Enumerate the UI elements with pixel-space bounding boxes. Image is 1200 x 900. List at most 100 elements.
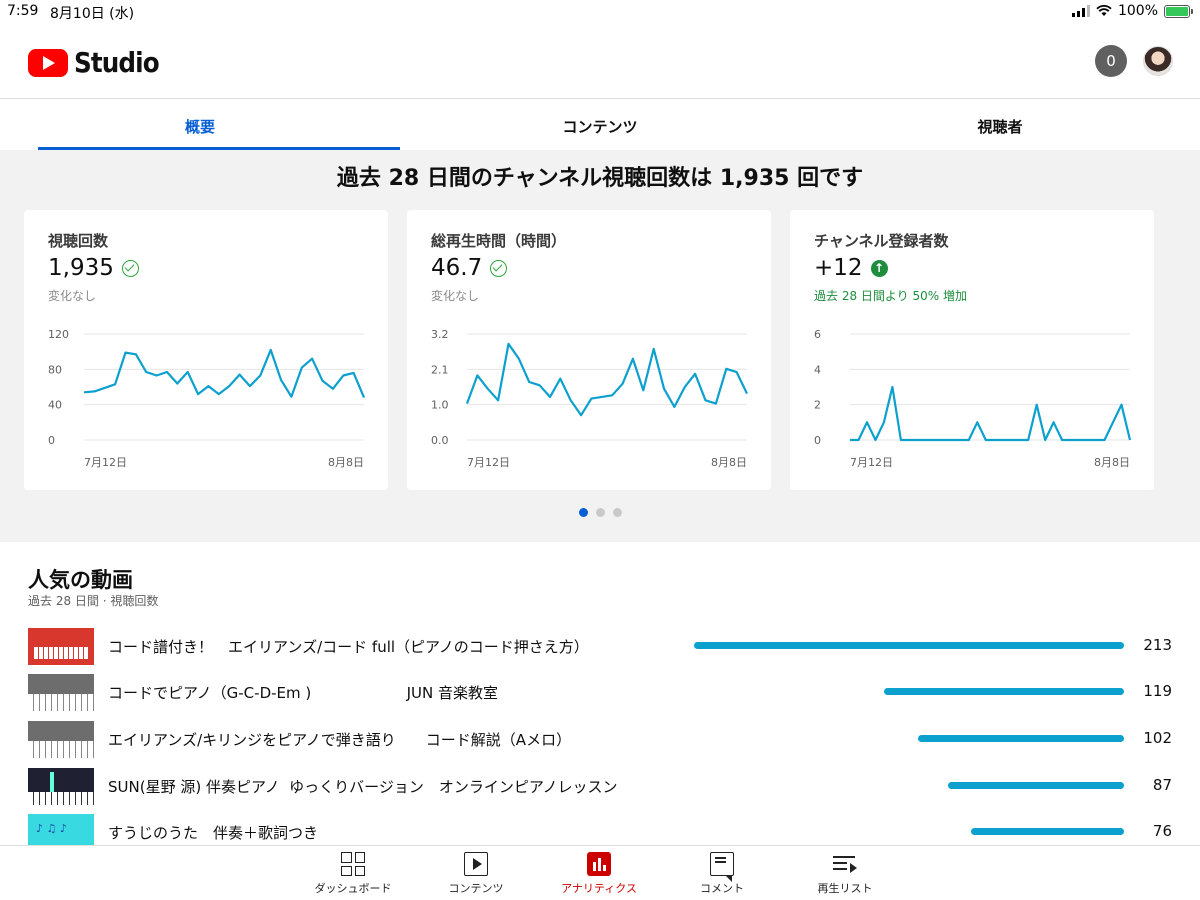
y-tick-label: 4 [814, 363, 821, 376]
tab-content[interactable]: コンテンツ [400, 99, 800, 150]
views-bar [883, 688, 1124, 695]
avatar[interactable] [1143, 46, 1173, 76]
metric-value-row: 46.7 [431, 255, 508, 281]
overview-section: 過去 28 日間のチャンネル視聴回数は 1,935 回です 視聴回数 1,935… [0, 150, 1200, 542]
check-circle-icon [121, 259, 139, 277]
y-tick-label: 3.2 [431, 328, 449, 341]
analytics-icon [587, 852, 611, 876]
pager-dot[interactable] [578, 508, 588, 517]
battery-charging-icon [1164, 4, 1193, 18]
tab-overview[interactable]: 概要 [0, 99, 400, 150]
tab-audience[interactable]: 視聴者 [800, 99, 1200, 150]
video-row[interactable]: SUN(星野 源) 伴奏ピアノ ゆっくりバージョン オンラインピアノレッスン 8… [0, 766, 1200, 806]
y-tick-label: 2 [814, 399, 821, 412]
metric-note: 過去 28 日間より 50% 増加 [814, 289, 967, 303]
y-tick-label: 40 [48, 399, 62, 412]
x-tick-label: 7月12日 [850, 456, 893, 469]
bottom-nav: ダッシュボード コンテンツ アナリティクス コメント 再生リスト [0, 845, 1200, 900]
section-subtitle: 過去 28 日間 · 視聴回数 [28, 594, 159, 608]
metric-value: 46.7 [431, 255, 483, 281]
views-count: 119 [1143, 682, 1172, 700]
subscribers-chart: 0 2 4 6 7月12日 8月8日 [814, 328, 1132, 469]
nav-content[interactable]: コンテンツ [421, 852, 531, 896]
youtube-play-icon [28, 48, 68, 77]
views-bar [694, 642, 1124, 649]
playlist-icon [833, 852, 857, 876]
app-header: Studio 0 [0, 24, 1200, 99]
metric-label: 総再生時間（時間） [431, 232, 567, 250]
y-tick-label: 2.1 [431, 363, 449, 376]
y-tick-label: 120 [48, 328, 69, 341]
logo-text: Studio [74, 46, 160, 79]
views-count: 76 [1152, 822, 1172, 840]
x-tick-label: 7月12日 [467, 456, 510, 469]
video-row[interactable]: エイリアンズ/キリンジをピアノで弾き語り コード解説（Aメロ） 102 [0, 719, 1200, 759]
status-right: 100% [1071, 3, 1193, 19]
views-count: 87 [1152, 776, 1172, 794]
metric-card-views[interactable]: 視聴回数 1,935 変化なし 0 40 80 120 7月12日 8月8日 [24, 210, 388, 490]
series-line [83, 348, 366, 399]
section-title: 人気の動画 [28, 568, 133, 592]
metric-note: 変化なし [431, 289, 480, 303]
views-bar [970, 828, 1124, 835]
y-tick-label: 80 [48, 363, 62, 376]
views-chart: 0 40 80 120 7月12日 8月8日 [48, 328, 366, 469]
video-row[interactable]: すうじのうた 伴奏＋歌詞つき 76 [0, 812, 1200, 845]
views-count: 102 [1143, 729, 1172, 747]
x-tick-label: 8月8日 [1094, 456, 1130, 469]
metric-value: +12 [814, 255, 863, 281]
x-tick-label: 8月8日 [711, 456, 747, 469]
comment-icon [710, 852, 734, 882]
metric-label: チャンネル登録者数 [814, 232, 949, 250]
y-tick-label: 0 [814, 434, 821, 447]
metric-value-row: 1,935 [48, 255, 139, 281]
views-count: 213 [1143, 636, 1172, 654]
metric-card-subscribers[interactable]: チャンネル登録者数 +12 ↑ 過去 28 日間より 50% 増加 0 2 4 6 7月… [790, 210, 1154, 490]
check-circle-icon [490, 259, 508, 277]
wifi-icon [1096, 5, 1112, 16]
pager-dot[interactable] [595, 508, 605, 517]
video-title: SUN(星野 源) 伴奏ピアノ ゆっくりバージョン オンラインピアノレッスン [108, 778, 618, 796]
nav-label: コンテンツ [448, 882, 504, 895]
nav-label: 再生リスト [817, 882, 873, 895]
video-thumbnail [28, 721, 94, 758]
nav-playlists[interactable]: 再生リスト [790, 852, 900, 896]
video-row[interactable]: コードでピアノ（G-C-D-Em ) JUN 音楽教室 119 [0, 672, 1200, 712]
x-tick-label: 8月8日 [328, 456, 364, 469]
video-title: コードでピアノ（G-C-D-Em ) JUN 音楽教室 [108, 684, 498, 702]
video-thumbnail [28, 768, 94, 805]
views-bar [948, 782, 1124, 789]
status-time: 7:59 [7, 3, 39, 19]
nav-comments[interactable]: コメント [667, 852, 777, 896]
nav-label: アナリティクス [561, 882, 637, 895]
video-row[interactable]: コード譜付き！ エイリアンズ/コード full（ピアノのコード押さえ方） 213 [0, 626, 1200, 666]
analytics-tabs: 概要 コンテンツ 視聴者 [0, 99, 1200, 150]
video-thumbnail [28, 674, 94, 711]
overview-headline: 過去 28 日間のチャンネル視聴回数は 1,935 回です [336, 166, 864, 191]
y-tick-label: 1.0 [431, 399, 449, 412]
carousel-pager [0, 508, 1200, 517]
nav-label: コメント [700, 882, 744, 895]
watch-time-chart: 0.0 1.0 2.1 3.2 7月12日 8月8日 [431, 328, 748, 469]
nav-analytics[interactable]: アナリティクス [544, 852, 654, 896]
metric-note: 変化なし [48, 289, 97, 303]
dashboard-icon [341, 852, 365, 876]
notification-button[interactable]: 0 [1095, 45, 1127, 77]
content-icon [464, 852, 488, 876]
status-bar: 7:59 8月10日 (水) 100% [0, 0, 1200, 24]
video-title: エイリアンズ/キリンジをピアノで弾き語り コード解説（Aメロ） [108, 731, 572, 749]
top-videos-section: 人気の動画 過去 28 日間 · 視聴回数 コード譜付き！ エイリアンズ/コード… [0, 542, 1200, 845]
metric-value-row: +12 ↑ [814, 255, 888, 281]
nav-dashboard[interactable]: ダッシュボード [298, 852, 408, 896]
studio-logo[interactable]: Studio [28, 46, 170, 79]
video-thumbnail [28, 814, 94, 845]
arrow-up-circle-icon: ↑ [870, 259, 888, 277]
series-line [850, 385, 1132, 442]
x-tick-label: 7月12日 [84, 456, 127, 469]
pager-dot[interactable] [612, 508, 622, 517]
y-tick-label: 0 [48, 434, 55, 447]
video-thumbnail [28, 628, 94, 665]
metric-value: 1,935 [48, 255, 114, 281]
metric-card-watch-time[interactable]: 総再生時間（時間） 46.7 変化なし 0.0 1.0 2.1 3.2 7月12日 8月8… [407, 210, 771, 490]
metric-label: 視聴回数 [48, 232, 109, 250]
